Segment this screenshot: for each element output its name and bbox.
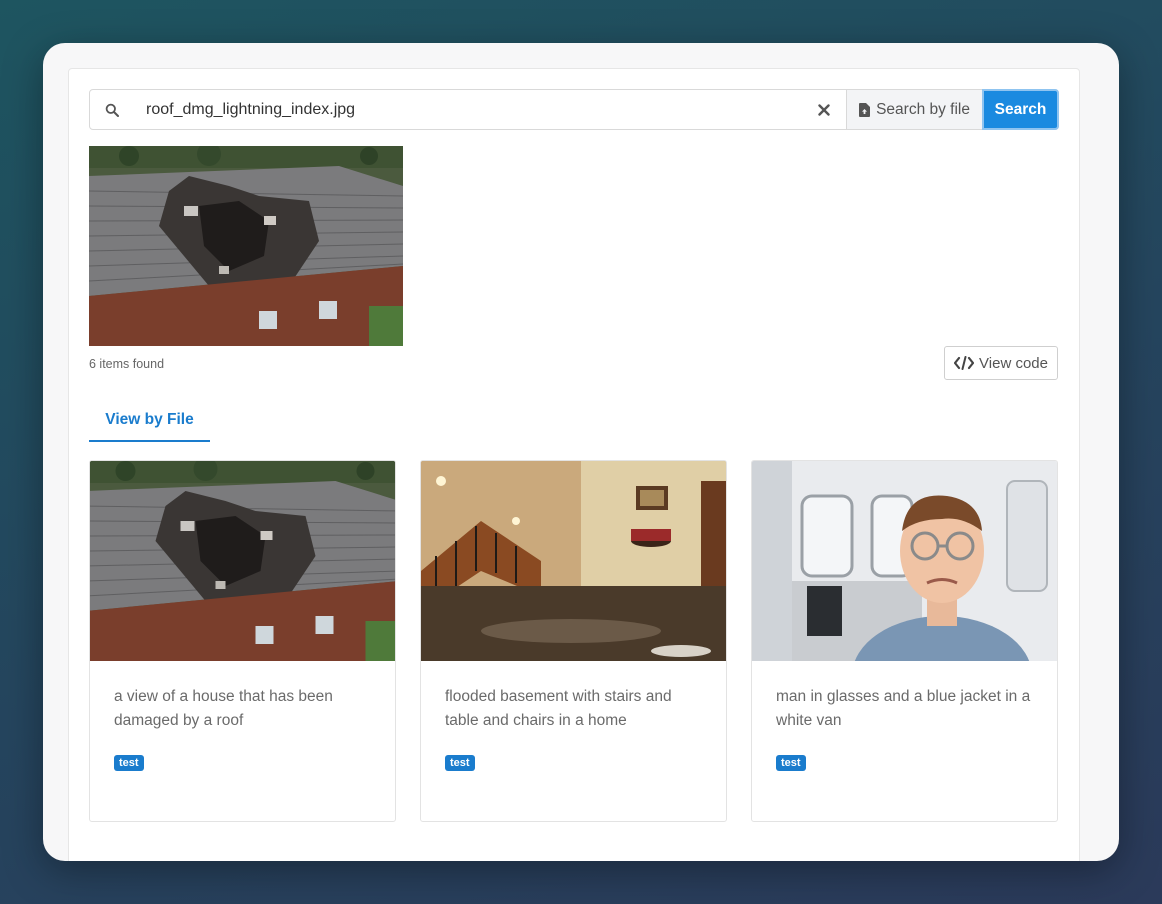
search-by-file-button[interactable]: Search by file [846, 90, 982, 129]
result-caption: a view of a house that has been damaged … [114, 688, 333, 729]
results-count: 6 items found [89, 357, 165, 371]
result-image [752, 461, 1057, 661]
file-upload-icon [859, 102, 871, 117]
result-image [421, 461, 726, 661]
tag-badge: test [776, 755, 806, 771]
result-caption: man in glasses and a blue jacket in a wh… [776, 688, 1031, 729]
search-icon [90, 90, 134, 129]
code-icon [954, 356, 975, 370]
close-icon [818, 103, 830, 116]
search-by-file-label: Search by file [876, 100, 970, 118]
view-code-label: View code [979, 354, 1048, 372]
search-bar: Search by file Search [89, 89, 1059, 130]
result-caption: flooded basement with stairs and table a… [445, 688, 672, 729]
tag-badge: test [445, 755, 475, 771]
search-panel: Search by file Search 6 items found View… [68, 68, 1080, 861]
result-card[interactable]: a view of a house that has been damaged … [89, 460, 396, 822]
view-tabs: View by File [89, 399, 1059, 442]
results-grid: a view of a house that has been damaged … [89, 460, 1059, 822]
search-button[interactable]: Search [982, 89, 1059, 130]
app-window: Search by file Search 6 items found View… [43, 43, 1119, 861]
clear-search-button[interactable] [802, 90, 846, 129]
query-image-preview [89, 146, 403, 346]
view-code-button[interactable]: View code [944, 346, 1058, 380]
tab-view-by-file[interactable]: View by File [89, 399, 210, 442]
result-card[interactable]: man in glasses and a blue jacket in a wh… [751, 460, 1058, 822]
result-card[interactable]: flooded basement with stairs and table a… [420, 460, 727, 822]
tag-badge: test [114, 755, 144, 771]
search-input[interactable] [134, 90, 803, 129]
result-image [90, 461, 395, 661]
